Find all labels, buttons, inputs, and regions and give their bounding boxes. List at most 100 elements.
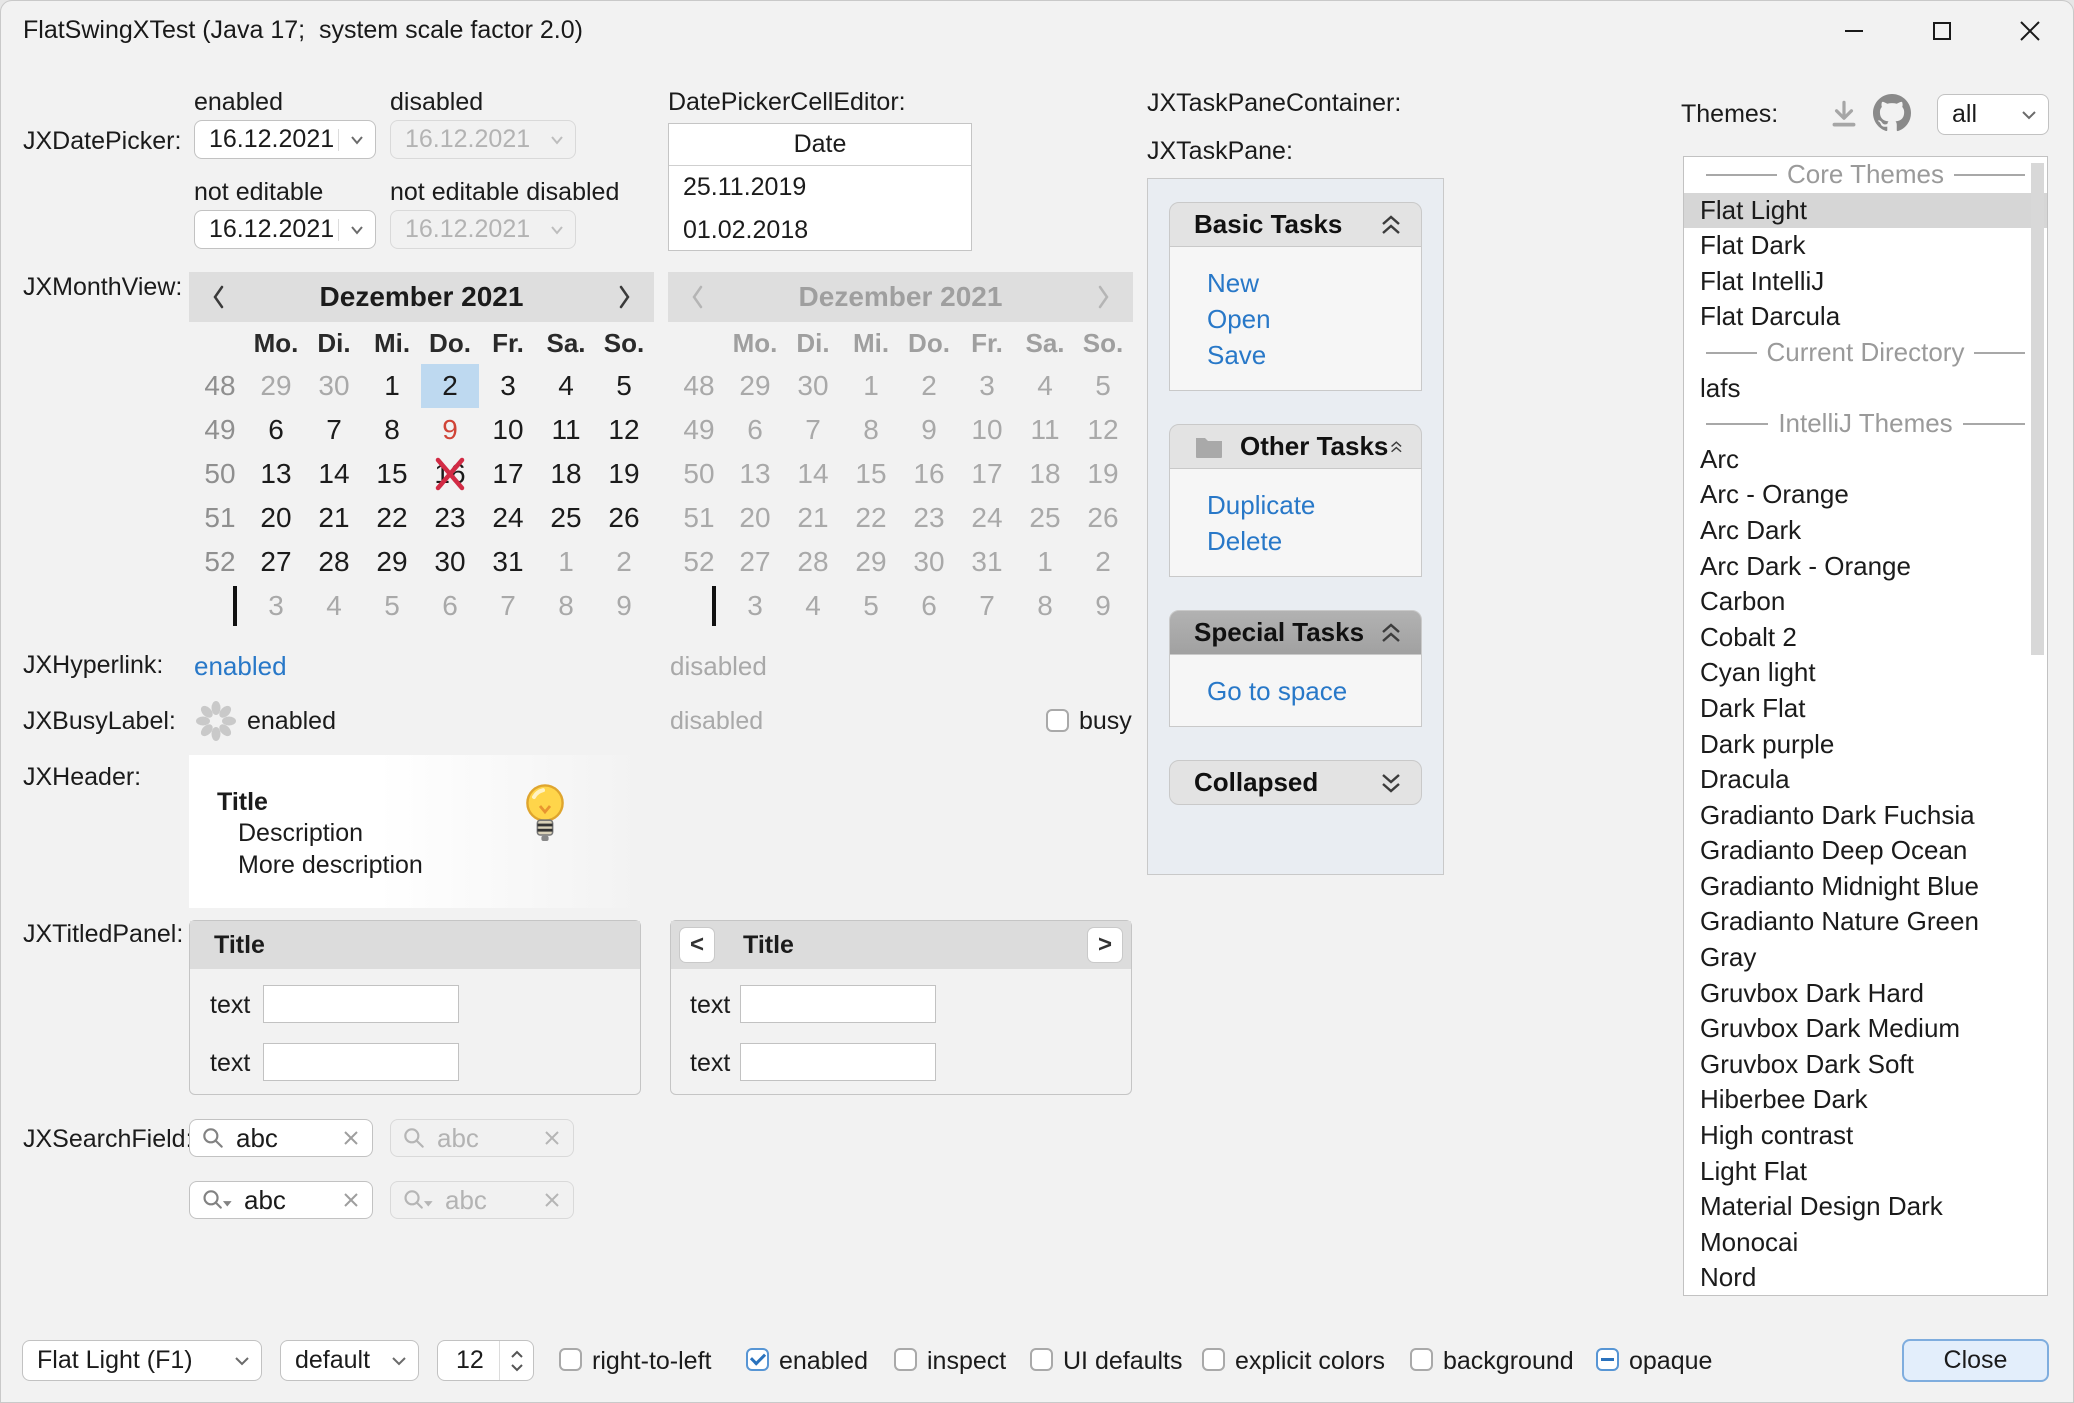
titled-panel-next-button[interactable]: > <box>1087 927 1123 963</box>
day-cell[interactable]: 1 <box>1016 540 1074 584</box>
checkbox-background[interactable] <box>1410 1348 1433 1371</box>
datepicker-enabled[interactable]: 16.12.2021 <box>194 120 376 159</box>
day-cell[interactable]: 18 <box>1016 452 1074 496</box>
theme-item[interactable]: Gray <box>1684 940 2047 976</box>
table-column-header[interactable]: Date <box>669 124 971 166</box>
day-cell[interactable]: 30 <box>421 540 479 584</box>
day-cell[interactable]: 19 <box>1074 452 1132 496</box>
day-cell[interactable]: 26 <box>1074 496 1132 540</box>
taskpane-header[interactable]: Basic Tasks <box>1169 202 1422 247</box>
day-cell[interactable]: 24 <box>479 496 537 540</box>
day-cell[interactable]: 10 <box>479 408 537 452</box>
day-cell[interactable]: 5 <box>1074 364 1132 408</box>
laf-combo[interactable]: Flat Light (F1) <box>22 1340 262 1381</box>
theme-item[interactable]: Arc - Orange <box>1684 477 2047 513</box>
day-cell[interactable]: 2 <box>900 364 958 408</box>
checkbox-explicit-colors[interactable] <box>1202 1348 1225 1371</box>
theme-item[interactable]: Flat IntelliJ <box>1684 264 2047 300</box>
task-link[interactable]: New <box>1207 265 1259 301</box>
day-cell[interactable]: 25 <box>1016 496 1074 540</box>
search-field[interactable]: abc <box>189 1119 373 1157</box>
search-dropdown-icon[interactable] <box>200 1187 234 1213</box>
day-cell[interactable]: 8 <box>537 584 595 628</box>
day-cell[interactable]: 3 <box>958 364 1016 408</box>
theme-item[interactable]: Cyan light <box>1684 655 2047 691</box>
theme-item[interactable]: Light Flat <box>1684 1154 2047 1190</box>
day-cell[interactable]: 5 <box>842 584 900 628</box>
day-cell[interactable]: 15 <box>363 452 421 496</box>
day-cell[interactable]: 20 <box>726 496 784 540</box>
day-cell[interactable]: 31 <box>479 540 537 584</box>
day-cell[interactable]: 2 <box>421 364 479 408</box>
day-cell[interactable]: 6 <box>900 584 958 628</box>
theme-item[interactable]: Gruvbox Dark Medium <box>1684 1011 2047 1047</box>
day-cell[interactable]: 9 <box>1074 584 1132 628</box>
day-cell[interactable]: 2 <box>1074 540 1132 584</box>
text-field[interactable] <box>740 1043 936 1081</box>
scrollbar-thumb[interactable] <box>2031 163 2044 655</box>
day-cell[interactable]: 4 <box>1016 364 1074 408</box>
checkbox-right-to-left[interactable] <box>559 1348 582 1371</box>
taskpane-header[interactable]: Other Tasks <box>1169 424 1422 469</box>
day-cell[interactable]: 19 <box>595 452 653 496</box>
day-cell[interactable]: 28 <box>784 540 842 584</box>
day-cell[interactable]: 11 <box>1016 408 1074 452</box>
day-cell[interactable]: 9 <box>900 408 958 452</box>
theme-item[interactable]: Gradianto Midnight Blue <box>1684 869 2047 905</box>
theme-item[interactable]: Dracula <box>1684 762 2047 798</box>
day-cell[interactable]: 7 <box>784 408 842 452</box>
day-cell[interactable]: 24 <box>958 496 1016 540</box>
day-cell[interactable]: 26 <box>595 496 653 540</box>
day-cell[interactable]: 4 <box>537 364 595 408</box>
clear-icon[interactable] <box>541 1189 563 1211</box>
theme-item[interactable]: Gruvbox Dark Hard <box>1684 976 2047 1012</box>
day-cell[interactable]: 14 <box>305 452 363 496</box>
clear-icon[interactable] <box>541 1127 563 1149</box>
day-cell[interactable]: 31 <box>958 540 1016 584</box>
collapse-up-icon[interactable] <box>1388 433 1405 461</box>
theme-item[interactable]: Gradianto Nature Green <box>1684 904 2047 940</box>
theme-item[interactable]: Flat Dark <box>1684 228 2047 264</box>
text-field[interactable] <box>263 985 459 1023</box>
day-cell[interactable]: 3 <box>726 584 784 628</box>
task-link[interactable]: Delete <box>1207 523 1282 559</box>
table-row[interactable]: 01.02.2018 <box>669 209 971 252</box>
font-combo[interactable]: default <box>280 1340 419 1381</box>
day-cell[interactable]: 12 <box>1074 408 1132 452</box>
day-cell[interactable]: 25 <box>537 496 595 540</box>
theme-item[interactable]: Gruvbox Dark Soft <box>1684 1047 2047 1083</box>
table-row[interactable]: 25.11.2019 <box>669 166 971 209</box>
datepicker-not-editable[interactable]: 16.12.2021 <box>194 210 376 249</box>
day-cell[interactable]: 10 <box>958 408 1016 452</box>
day-cell[interactable]: 18 <box>537 452 595 496</box>
day-cell[interactable]: 5 <box>363 584 421 628</box>
task-link[interactable]: Open <box>1207 301 1271 337</box>
collapse-up-icon[interactable] <box>1377 619 1405 647</box>
spinner-arrows[interactable] <box>499 1341 533 1380</box>
day-cell[interactable]: 27 <box>247 540 305 584</box>
day-cell[interactable]: 1 <box>537 540 595 584</box>
theme-item[interactable]: lafs <box>1684 371 2047 407</box>
day-cell[interactable]: 27 <box>726 540 784 584</box>
close-button[interactable]: Close <box>1902 1339 2049 1382</box>
collapse-up-icon[interactable] <box>1377 211 1405 239</box>
day-cell[interactable]: 3 <box>479 364 537 408</box>
day-cell[interactable]: 17 <box>479 452 537 496</box>
theme-item[interactable]: Hiberbee Dark <box>1684 1082 2047 1118</box>
day-cell[interactable]: 6 <box>726 408 784 452</box>
titled-panel-prev-button[interactable]: < <box>679 927 715 963</box>
search-field[interactable]: abc <box>189 1181 373 1219</box>
day-cell[interactable]: 4 <box>784 584 842 628</box>
clear-icon[interactable] <box>340 1189 362 1211</box>
day-cell[interactable]: 1 <box>842 364 900 408</box>
day-cell[interactable]: 16 <box>900 452 958 496</box>
day-cell[interactable]: 29 <box>363 540 421 584</box>
day-cell[interactable]: 22 <box>842 496 900 540</box>
checkbox-inspect[interactable] <box>894 1348 917 1371</box>
day-cell[interactable]: 28 <box>305 540 363 584</box>
theme-item[interactable]: Dark Flat <box>1684 691 2047 727</box>
collapse-down-icon[interactable] <box>1377 769 1405 797</box>
theme-item[interactable]: Arc <box>1684 442 2047 478</box>
taskpane-header[interactable]: Collapsed <box>1169 760 1422 805</box>
day-cell[interactable]: 14 <box>784 452 842 496</box>
